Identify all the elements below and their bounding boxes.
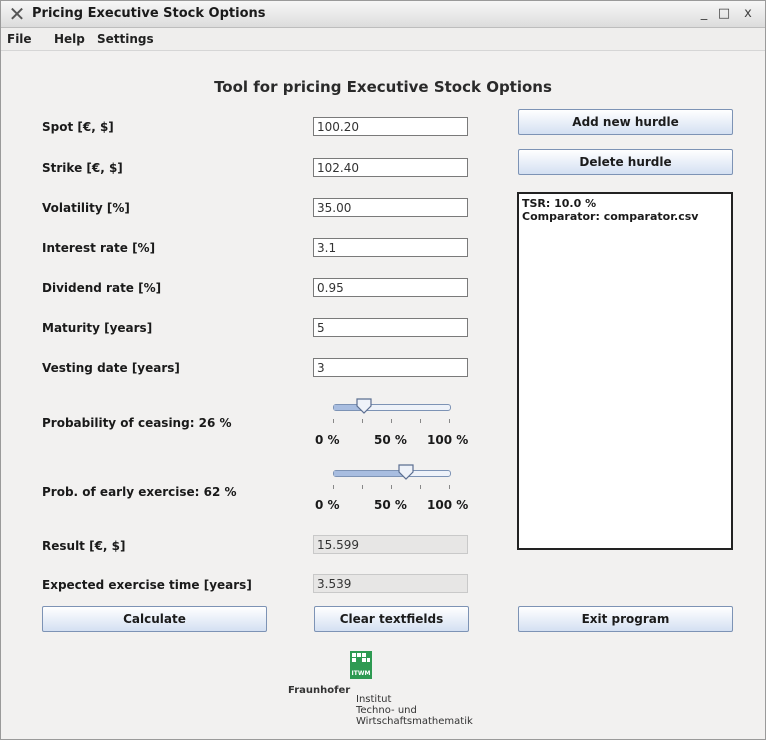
menu-settings[interactable]: Settings [97, 32, 154, 46]
institute-line: Techno- und [356, 705, 417, 716]
exit-program-button[interactable]: Exit program [518, 606, 733, 632]
menu-file[interactable]: File [7, 32, 32, 46]
slider-tick [333, 419, 334, 423]
dividend-rate-label: Dividend rate [%] [42, 281, 162, 295]
hurdle-tsr-line: TSR: 10.0 % [522, 197, 597, 210]
spot-input[interactable]: 100.20 [313, 117, 468, 136]
maximize-button[interactable]: □ [715, 5, 733, 23]
slider-fill [334, 471, 406, 476]
slider-tick [449, 419, 450, 423]
interest-rate-label: Interest rate [%] [42, 241, 156, 255]
slider-tick-label-50: 50 % [374, 433, 407, 447]
vesting-date-label: Vesting date [years] [42, 361, 180, 375]
delete-hurdle-button[interactable]: Delete hurdle [518, 149, 733, 175]
maturity-label: Maturity [years] [42, 321, 153, 335]
institute-name: Institut Techno- und Wirtschaftsmathemat… [356, 694, 473, 727]
window-title: Pricing Executive Stock Options [32, 6, 266, 21]
menu-bar: File Help Settings [1, 28, 765, 51]
fraunhofer-brand-text: Fraunhofer [288, 685, 351, 696]
slider-thumb[interactable] [398, 464, 414, 480]
page-title: Tool for pricing Executive Stock Options [214, 78, 552, 96]
result-output: 15.599 [313, 535, 468, 554]
slider-tick-label-50: 50 % [374, 498, 407, 512]
ceasing-probability-slider[interactable] [331, 398, 451, 428]
institute-line: Institut [356, 694, 392, 705]
spot-label: Spot [€, $] [42, 120, 114, 134]
maturity-input[interactable]: 5 [313, 318, 468, 337]
exercise-time-label: Expected exercise time [years] [42, 578, 252, 592]
slider-tick-label-100: 100 % [427, 498, 469, 512]
volatility-label: Volatility [%] [42, 201, 130, 215]
dividend-rate-input[interactable]: 0.95 [313, 278, 468, 297]
slider-tick [420, 419, 421, 423]
slider-tick [449, 485, 450, 489]
early-exercise-slider[interactable] [331, 464, 451, 494]
institute-line: Wirtschaftsmathematik [356, 716, 473, 727]
clear-textfields-button[interactable]: Clear textfields [314, 606, 469, 632]
slider-tick-label-0: 0 % [315, 433, 340, 447]
slider-tick [333, 485, 334, 489]
add-hurdle-button[interactable]: Add new hurdle [518, 109, 733, 135]
minimize-button[interactable]: _ [695, 5, 713, 23]
hurdle-comparator-line: Comparator: comparator.csv [522, 210, 699, 223]
calculate-button[interactable]: Calculate [42, 606, 267, 632]
app-window: ✕ Pricing Executive Stock Options _ □ x … [0, 0, 766, 740]
app-x-icon: ✕ [8, 2, 26, 26]
slider-thumb[interactable] [356, 398, 372, 414]
slider-tick-label-0: 0 % [315, 498, 340, 512]
title-bar: ✕ Pricing Executive Stock Options _ □ x [1, 1, 765, 28]
slider-tick-label-100: 100 % [427, 433, 469, 447]
logo-badge-text: ITWM [352, 670, 371, 677]
strike-input[interactable]: 102.40 [313, 158, 468, 177]
exercise-time-output: 3.539 [313, 574, 468, 593]
interest-rate-input[interactable]: 3.1 [313, 238, 468, 257]
itwm-logo-icon: ITWM [350, 651, 372, 679]
slider-tick [391, 419, 392, 423]
vesting-date-input[interactable]: 3 [313, 358, 468, 377]
slider-tick [362, 419, 363, 423]
ceasing-probability-label: Probability of ceasing: 26 % [42, 416, 232, 430]
slider-tick [391, 485, 392, 489]
menu-help[interactable]: Help [54, 32, 85, 46]
early-exercise-label: Prob. of early exercise: 62 % [42, 485, 237, 499]
slider-tick [362, 485, 363, 489]
volatility-input[interactable]: 35.00 [313, 198, 468, 217]
strike-label: Strike [€, $] [42, 161, 123, 175]
slider-tick [420, 485, 421, 489]
result-label: Result [€, $] [42, 539, 126, 553]
close-button[interactable]: x [739, 5, 757, 23]
hurdles-list[interactable]: TSR: 10.0 % Comparator: comparator.csv [517, 192, 733, 550]
